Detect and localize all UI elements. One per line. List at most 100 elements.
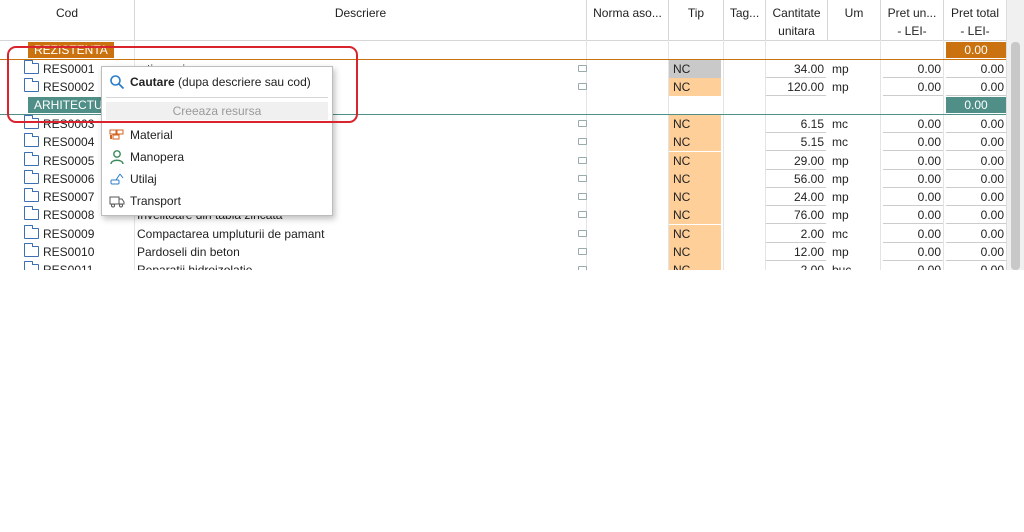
note-icon[interactable] [578, 175, 587, 182]
row-tip[interactable]: NC [669, 60, 721, 78]
menu-item-label: Utilaj [130, 172, 157, 186]
row-um[interactable]: buc [832, 261, 872, 270]
row-description[interactable]: Compactarea umpluturii de pamant [137, 225, 577, 243]
row-tip[interactable]: NC [669, 115, 721, 133]
row-um[interactable]: mp [832, 152, 872, 170]
row-um[interactable]: mp [832, 243, 872, 261]
row-um[interactable]: mc [832, 133, 872, 151]
col-tip-label: Tip [687, 6, 705, 20]
row-quantity[interactable]: 29.00 [766, 152, 826, 170]
row-total-price: 0.00 [946, 78, 1006, 96]
row-quantity[interactable]: 76.00 [766, 206, 826, 224]
row-tip[interactable]: NC [669, 133, 721, 151]
row-tip[interactable]: NC [669, 225, 721, 243]
col-descriere-label: Descriere [334, 6, 387, 20]
row-quantity[interactable]: 6.15 [766, 115, 826, 133]
menu-item-label: Transport [130, 194, 181, 208]
row-tip[interactable]: NC [669, 188, 721, 206]
col-cod[interactable]: Cod [0, 0, 135, 40]
row-um[interactable]: mp [832, 170, 872, 188]
row-quantity[interactable]: 56.00 [766, 170, 826, 188]
row-quantity[interactable]: 120.00 [766, 78, 826, 96]
row-um[interactable]: mc [832, 115, 872, 133]
row-code: RES0009 [43, 227, 95, 241]
row-total-price: 0.00 [946, 60, 1006, 78]
row-total-price: 0.00 [946, 225, 1006, 243]
note-icon[interactable] [578, 211, 587, 218]
excavator-icon [109, 171, 125, 187]
row-quantity[interactable]: 12.00 [766, 243, 826, 261]
row-um[interactable]: mp [832, 188, 872, 206]
row-description[interactable]: Reparatii hidroizolatie [137, 261, 577, 270]
row-unit-price[interactable]: 0.00 [883, 152, 943, 170]
note-icon[interactable] [578, 248, 587, 255]
row-tip[interactable]: NC [669, 243, 721, 261]
row-total-price: 0.00 [946, 152, 1006, 170]
col-pret-total-label-2: - LEI- [960, 24, 990, 38]
row-tip[interactable]: NC [669, 78, 721, 96]
row-unit-price[interactable]: 0.00 [883, 225, 943, 243]
col-pret-total-label-1: Pret total [950, 6, 1000, 20]
worker-icon [109, 149, 125, 165]
row-unit-price[interactable]: 0.00 [883, 78, 943, 96]
col-pret-total[interactable]: Pret total - LEI- [944, 0, 1007, 40]
row-quantity[interactable]: 5.15 [766, 133, 826, 151]
row-tip[interactable]: NC [669, 152, 721, 170]
row-tip[interactable]: NC [669, 170, 721, 188]
vertical-scrollbar[interactable] [1006, 0, 1024, 270]
table-row[interactable]: RES0011 Reparatii hidroizolatie NC 2.00 buc 0… [0, 261, 1024, 270]
note-icon[interactable] [578, 65, 587, 72]
row-quantity[interactable]: 2.00 [766, 225, 826, 243]
row-quantity[interactable]: 24.00 [766, 188, 826, 206]
note-icon[interactable] [578, 120, 587, 127]
row-quantity[interactable]: 34.00 [766, 60, 826, 78]
menu-item-utilaj[interactable]: Utilaj [102, 168, 332, 190]
row-total-price: 0.00 [946, 188, 1006, 206]
menu-item-transport[interactable]: Transport [102, 190, 332, 212]
col-norma-label: Norma aso... [593, 6, 662, 20]
row-unit-price[interactable]: 0.00 [883, 261, 943, 270]
note-icon[interactable] [578, 193, 587, 200]
group-total: 0.00 [946, 97, 1006, 113]
col-tag-label: Tag... [729, 6, 760, 20]
note-icon[interactable] [578, 138, 587, 145]
row-unit-price[interactable]: 0.00 [883, 115, 943, 133]
table-row[interactable]: RES0010 Pardoseli din beton NC 12.00 mp 0.00 0… [0, 243, 1024, 261]
note-icon[interactable] [578, 83, 587, 90]
row-um[interactable]: mp [832, 60, 872, 78]
note-icon[interactable] [578, 230, 587, 237]
note-icon[interactable] [578, 157, 587, 164]
scrollbar-thumb[interactable] [1011, 42, 1020, 270]
row-quantity[interactable]: 2.00 [766, 261, 826, 270]
row-total-price: 0.00 [946, 261, 1006, 270]
row-unit-price[interactable]: 0.00 [883, 206, 943, 224]
row-unit-price[interactable]: 0.00 [883, 133, 943, 151]
row-total-price: 0.00 [946, 133, 1006, 151]
row-um[interactable]: mp [832, 206, 872, 224]
col-norma[interactable]: Norma aso... [587, 0, 669, 40]
row-code: RES0010 [43, 245, 95, 259]
table-row[interactable]: RES0009 Compactarea umpluturii de pamant N… [0, 225, 1024, 243]
row-um[interactable]: mp [832, 78, 872, 96]
row-unit-price[interactable]: 0.00 [883, 170, 943, 188]
col-cantitate[interactable]: Cantitate unitara [766, 0, 828, 40]
col-tip[interactable]: Tip [669, 0, 724, 40]
row-unit-price[interactable]: 0.00 [883, 60, 943, 78]
row-um[interactable]: mc [832, 225, 872, 243]
menu-item-material[interactable]: Material [102, 124, 332, 146]
row-tip[interactable]: NC [669, 261, 721, 270]
col-um[interactable]: Um [828, 0, 881, 40]
row-total-price: 0.00 [946, 115, 1006, 133]
menu-item-label: Material [130, 128, 173, 142]
col-descriere[interactable]: Descriere [135, 0, 587, 40]
col-tag[interactable]: Tag... [724, 0, 766, 40]
col-pret-unitar[interactable]: Pret un... - LEI- [881, 0, 944, 40]
menu-item-manopera[interactable]: Manopera [102, 146, 332, 168]
row-unit-price[interactable]: 0.00 [883, 243, 943, 261]
row-total-price: 0.00 [946, 206, 1006, 224]
col-cantitate-label-2: unitara [778, 24, 815, 38]
note-icon[interactable] [578, 266, 587, 270]
row-unit-price[interactable]: 0.00 [883, 188, 943, 206]
row-description[interactable]: Pardoseli din beton [137, 243, 577, 261]
row-tip[interactable]: NC [669, 206, 721, 224]
